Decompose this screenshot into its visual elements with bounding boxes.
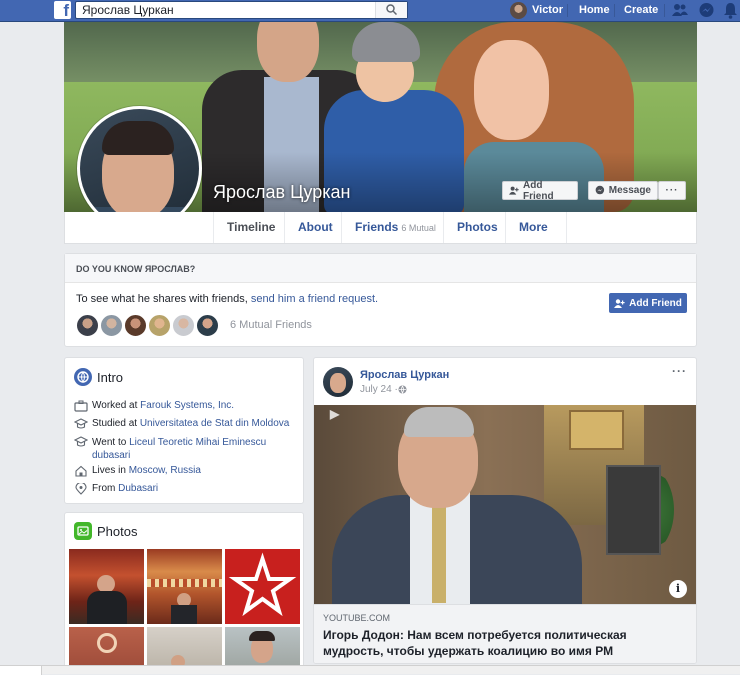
avatar[interactable] xyxy=(148,314,171,337)
profile-tabs: Timeline About Friends 6 Mutual Photos Mo… xyxy=(64,212,697,262)
intro-item: Went to Liceul Teoretic Mihai Eminescu d… xyxy=(74,436,299,462)
photo-thumbnail[interactable] xyxy=(225,549,300,624)
intro-title: Intro xyxy=(97,370,124,385)
photos-card: Photos xyxy=(64,512,304,672)
messenger-icon xyxy=(595,185,605,195)
message-button[interactable]: Message xyxy=(588,181,658,200)
education-icon xyxy=(74,418,88,429)
search-button[interactable] xyxy=(375,2,407,18)
add-friend-icon xyxy=(509,186,519,195)
post-options-button[interactable]: ··· xyxy=(672,364,687,378)
cover-add-friend-button[interactable]: Add Friend xyxy=(502,179,578,202)
horizontal-scrollbar[interactable] xyxy=(0,665,740,675)
post-date-text: July 24 · xyxy=(360,384,398,395)
avatar[interactable] xyxy=(100,314,123,337)
photos-icon xyxy=(74,522,92,540)
profile-name[interactable]: Ярослав Цуркан xyxy=(213,182,350,203)
tab-label: Friends xyxy=(355,220,399,234)
intro-link[interactable]: Moscow, Russia xyxy=(129,465,201,476)
globe-icon xyxy=(398,385,407,394)
photo-thumbnail[interactable] xyxy=(69,549,144,624)
nav-profile-link[interactable]: Victor xyxy=(510,1,563,19)
more-options-button[interactable]: ··· xyxy=(658,181,686,200)
add-friend-icon xyxy=(614,298,625,308)
tab-friends[interactable]: Friends 6 Mutual xyxy=(341,212,449,243)
avatar[interactable] xyxy=(196,314,219,337)
photos-title[interactable]: Photos xyxy=(97,524,137,539)
intro-card: Intro Worked at Farouk Systems, Inc. Stu… xyxy=(64,357,304,504)
post-author[interactable]: Ярослав Цуркан xyxy=(360,369,449,381)
mutual-friends-count: 6 Mutual xyxy=(401,223,436,233)
timeline-post: Ярослав Цуркан July 24 · ··· ▶ i YOUTUBE… xyxy=(313,357,697,664)
photo-thumbnail[interactable] xyxy=(147,549,222,624)
link-source: YOUTUBE.COM xyxy=(323,613,391,623)
messenger-icon[interactable] xyxy=(698,2,715,19)
link-headline[interactable]: Игорь Додон: Нам всем потребуется полити… xyxy=(323,627,683,659)
intro-link[interactable]: Farouk Systems, Inc. xyxy=(140,400,234,411)
tab-more[interactable]: More xyxy=(505,212,567,262)
prompt-text: To see what he shares with friends, send… xyxy=(76,293,378,305)
notifications-icon[interactable] xyxy=(723,2,738,19)
tab-label: About xyxy=(298,220,333,234)
avatar xyxy=(510,1,527,19)
search-input[interactable] xyxy=(76,2,376,18)
tab-label: Timeline xyxy=(227,220,276,234)
divider xyxy=(614,4,615,17)
post-timestamp[interactable]: July 24 · xyxy=(360,384,407,395)
tab-about[interactable]: About xyxy=(284,212,346,243)
top-navigation-bar: f Victor Home Create xyxy=(0,0,740,22)
prompt-text-prefix: To see what he shares with friends, xyxy=(76,293,251,305)
nav-user-name: Victor xyxy=(532,4,563,16)
intro-text: Studied at xyxy=(92,418,140,429)
prompt-heading: Do you know Ярослав? xyxy=(65,254,696,283)
mutual-friends-count[interactable]: 6 Mutual Friends xyxy=(230,319,312,331)
work-icon xyxy=(74,400,88,412)
education-icon xyxy=(74,436,88,447)
tab-label: Photos xyxy=(457,220,498,234)
channel-watermark-icon: ▶ xyxy=(330,407,340,421)
intro-text: From xyxy=(92,483,119,494)
friends-icon[interactable] xyxy=(672,2,688,18)
mutual-friends-avatars xyxy=(76,314,220,337)
intro-link[interactable]: Dubasari xyxy=(118,483,158,494)
intro-item: From Dubasari xyxy=(74,483,299,495)
intro-item: Studied at Universitatea de Stat din Mol… xyxy=(74,418,299,430)
add-friend-label: Add Friend xyxy=(629,297,682,309)
avatar[interactable] xyxy=(76,314,99,337)
intro-item: Lives in Moscow, Russia xyxy=(74,465,299,477)
divider xyxy=(664,4,665,17)
tab-label: More xyxy=(519,220,548,234)
nav-create-link[interactable]: Create xyxy=(624,4,658,16)
search-icon xyxy=(386,4,397,15)
intro-item: Worked at Farouk Systems, Inc. xyxy=(74,400,299,412)
facebook-logo[interactable]: f xyxy=(54,1,71,19)
divider xyxy=(567,4,568,17)
intro-text: Worked at xyxy=(92,400,141,411)
intro-link[interactable]: Universitatea de Stat din Moldova xyxy=(140,418,290,429)
friend-request-prompt: Do you know Ярослав? To see what he shar… xyxy=(64,253,697,347)
intro-text: Went to xyxy=(92,437,130,448)
message-label: Message xyxy=(608,185,651,196)
link-preview[interactable]: YOUTUBE.COM Игорь Додон: Нам всем потреб… xyxy=(314,604,696,663)
tab-timeline[interactable]: Timeline xyxy=(213,212,288,243)
video-thumbnail[interactable]: ▶ i xyxy=(314,405,696,604)
add-friend-label: Add Friend xyxy=(523,179,554,202)
location-icon xyxy=(75,483,87,495)
intro-text: Lives in xyxy=(92,465,129,476)
home-icon xyxy=(75,465,87,477)
search-box[interactable] xyxy=(75,1,408,19)
avatar[interactable] xyxy=(172,314,195,337)
avatar[interactable] xyxy=(323,367,353,397)
info-icon[interactable]: i xyxy=(669,580,687,598)
avatar[interactable] xyxy=(124,314,147,337)
send-friend-request-link[interactable]: send him a friend request. xyxy=(251,293,378,305)
tab-photos[interactable]: Photos xyxy=(443,212,511,243)
globe-icon xyxy=(74,368,92,386)
prompt-add-friend-button[interactable]: Add Friend xyxy=(609,293,687,313)
nav-home-link[interactable]: Home xyxy=(579,4,610,16)
